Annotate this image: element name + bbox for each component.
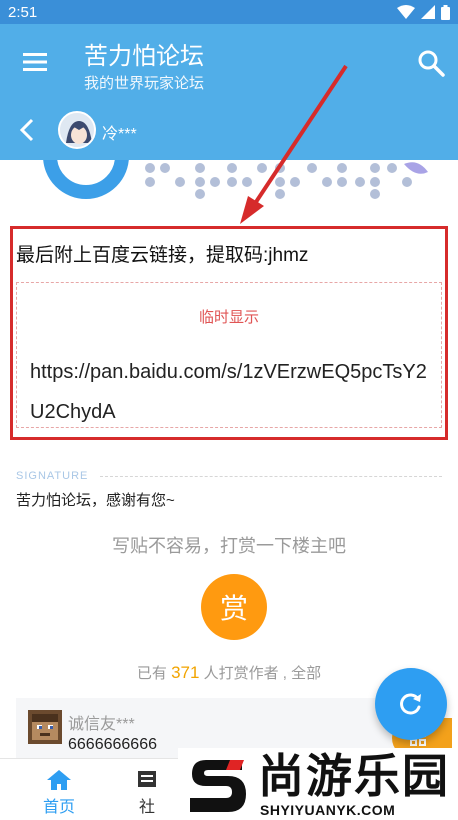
- app-subtitle: 我的世界玩家论坛: [84, 75, 205, 92]
- reward-count-prefix: 已有: [136, 665, 167, 682]
- watermark-text: 尚游乐园: [258, 749, 450, 803]
- status-bar: 2:51: [0, 0, 458, 24]
- commenter-avatar[interactable]: [28, 710, 62, 744]
- author-avatar[interactable]: [58, 111, 96, 149]
- tab-community[interactable]: 社: [116, 759, 178, 820]
- share-link[interactable]: https://pan.baidu.com/s/1zVErzwEQ5pcTsY2…: [30, 352, 440, 432]
- signature-label: SIGNATURE: [16, 470, 89, 482]
- search-icon[interactable]: [416, 48, 446, 78]
- hidden-content-label: 临时显示: [198, 309, 259, 326]
- signature-divider: [100, 476, 442, 477]
- post-image: [0, 160, 458, 202]
- thread-header: 冷***: [0, 100, 458, 160]
- comment-text: 6666666666: [68, 736, 157, 753]
- status-icons: [397, 4, 450, 20]
- reward-count: 371: [171, 663, 200, 682]
- battery-icon: [441, 4, 450, 20]
- signature-text: 苦力怕论坛，感谢有您~: [16, 492, 175, 509]
- wifi-icon: [397, 5, 415, 19]
- app-bar: 苦力怕论坛 我的世界玩家论坛: [0, 24, 458, 100]
- watermark-s-icon: [190, 760, 246, 812]
- reward-count-suffix: 人打赏作者 , 全部: [203, 665, 322, 682]
- community-icon: [138, 771, 156, 787]
- reward-title: 写贴不容易，打赏一下楼主吧: [112, 536, 346, 556]
- author-name[interactable]: 冷***: [102, 120, 137, 144]
- watermark-sub: SHYIYUANYK.COM: [260, 802, 396, 818]
- reward-button[interactable]: 赏: [201, 574, 267, 640]
- menu-icon[interactable]: [20, 50, 50, 74]
- post-text: 最后附上百度云链接，提取码:jhmz: [16, 245, 309, 266]
- home-icon: [47, 770, 71, 790]
- watermark-logo: 尚游乐园 SHYIYUANYK.COM: [178, 748, 458, 820]
- tab-community-label: 社: [138, 799, 155, 816]
- signal-icon: [421, 5, 435, 19]
- commenter-name: 诚信友***: [68, 716, 135, 733]
- status-time: 2:51: [8, 3, 38, 21]
- back-arrow-icon[interactable]: [16, 116, 40, 144]
- tab-home-label: 首页: [42, 799, 75, 816]
- refresh-icon: [400, 693, 421, 715]
- tab-home[interactable]: 首页: [14, 759, 104, 820]
- app-title: 苦力怕论坛: [84, 43, 204, 70]
- refresh-button[interactable]: [375, 668, 447, 740]
